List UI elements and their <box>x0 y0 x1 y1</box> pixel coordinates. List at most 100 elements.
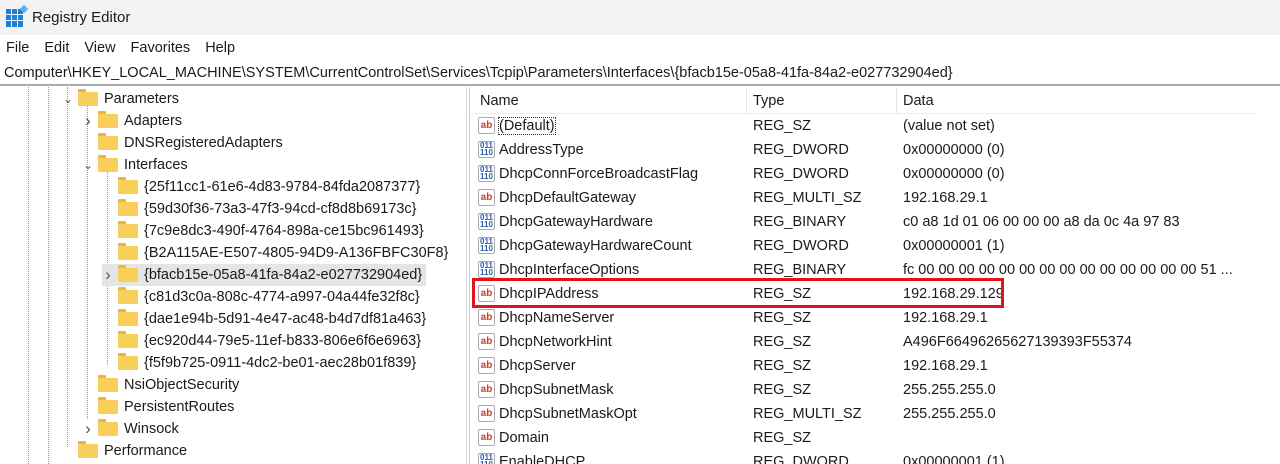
value-row[interactable]: ab Domain REG_SZ <box>471 426 1271 450</box>
menu-favorites[interactable]: Favorites <box>131 40 191 56</box>
tree-item[interactable]: {c81d3c0a-808c-4774-a997-04a44fe32f8c} <box>102 286 420 308</box>
tree-item[interactable]: ⌄ Interfaces <box>82 154 188 176</box>
value-name: (Default) <box>498 117 556 135</box>
value-name: DhcpSubnetMask <box>499 382 614 398</box>
value-row[interactable]: 011 110 DhcpGatewayHardwareCount REG_DWOR… <box>471 234 1271 258</box>
tree-scrollbar[interactable] <box>466 87 469 464</box>
value-data: 0x00000001 (1) <box>903 454 1005 464</box>
window-title: Registry Editor <box>32 9 131 26</box>
column-header-name[interactable]: Name <box>480 93 519 109</box>
binary-value-icon: 011110 <box>478 165 495 182</box>
tree-item-label: {25f11cc1-61e6-4d83-9784-84fda2087377} <box>144 179 421 195</box>
tree-item[interactable]: {f5f9b725-0911-4dc2-be01-aec28b01f839} <box>102 352 416 374</box>
folder-icon <box>98 155 118 172</box>
column-header-data[interactable]: Data <box>903 93 934 109</box>
value-name: DhcpNetworkHint <box>499 334 612 350</box>
value-type: REG_DWORD <box>753 454 849 464</box>
value-data: fc 00 00 00 00 00 00 00 00 00 00 00 00 0… <box>903 262 1233 278</box>
chevron-right-icon[interactable]: › <box>82 111 94 131</box>
string-value-icon: ab <box>478 309 495 326</box>
value-type: REG_SZ <box>753 382 812 398</box>
value-type: REG_DWORD <box>753 238 849 254</box>
menu-edit[interactable]: Edit <box>44 40 69 56</box>
value-name: DhcpConnForceBroadcastFlag <box>499 166 699 182</box>
value-data: c0 a8 1d 01 06 00 00 00 a8 da 0c 4a 97 8… <box>903 214 1180 230</box>
value-name: EnableDHCP <box>499 454 586 464</box>
value-row[interactable]: 011 110 AddressType REG_DWORD 0x00000000 … <box>471 138 1271 162</box>
tree-item[interactable]: {B2A115AE-E507-4805-94D9-A136FBFC30F8} <box>102 242 448 264</box>
value-type: REG_MULTI_SZ <box>753 190 862 206</box>
chevron-down-icon[interactable]: ⌄ <box>82 158 94 172</box>
column-divider[interactable] <box>746 87 747 114</box>
folder-icon <box>118 177 138 194</box>
tree-item-label: Adapters <box>124 113 183 129</box>
tree-item[interactable]: › Winsock <box>82 418 179 440</box>
value-name: DhcpGatewayHardwareCount <box>499 238 692 254</box>
tree-item[interactable]: › Adapters <box>82 110 182 132</box>
tree-item-label: {ec920d44-79e5-11ef-b833-806e6f6e6963} <box>144 333 422 349</box>
column-header-type[interactable]: Type <box>753 93 784 109</box>
tree-item[interactable]: › {bfacb15e-05a8-41fa-84a2-e027732904ed} <box>102 264 427 286</box>
address-bar[interactable]: Computer\HKEY_LOCAL_MACHINE\SYSTEM\Curre… <box>0 61 1280 86</box>
tree-item[interactable]: {25f11cc1-61e6-4d83-9784-84fda2087377} <box>102 176 420 198</box>
value-row[interactable]: ab DhcpSubnetMask REG_SZ 255.255.255.0 <box>471 378 1271 402</box>
tree-item[interactable]: {ec920d44-79e5-11ef-b833-806e6f6e6963} <box>102 330 421 352</box>
tree-item-label: DNSRegisteredAdapters <box>124 135 283 151</box>
value-name: AddressType <box>499 142 584 158</box>
folder-icon <box>118 199 138 216</box>
value-data: 0x00000001 (1) <box>903 238 1005 254</box>
tree-item-label: {dae1e94b-5d91-4e47-ac48-b4d7df81a463} <box>144 311 427 327</box>
folder-icon <box>98 111 118 128</box>
value-data: 192.168.29.1 <box>903 190 988 206</box>
menu-bar: File Edit View Favorites Help <box>0 35 1280 60</box>
value-row[interactable]: 011110 EnableDHCP REG_DWORD 0x00000001 (… <box>471 450 1271 464</box>
tree-item[interactable]: {7c9e8dc3-490f-4764-898a-ce15bc961493} <box>102 220 424 242</box>
highlight-box <box>472 278 1004 308</box>
value-row[interactable]: 011 110 DhcpGatewayHardware REG_BINARY c0… <box>471 210 1271 234</box>
value-name: DhcpSubnetMaskOpt <box>499 406 637 422</box>
value-row[interactable]: ab DhcpDefaultGateway REG_MULTI_SZ 192.1… <box>471 186 1271 210</box>
value-row[interactable]: ab DhcpNameServer REG_SZ 192.168.29.1 <box>471 306 1271 330</box>
tree-item[interactable]: PersistentRoutes <box>82 396 234 418</box>
folder-icon <box>98 133 118 150</box>
tree-item[interactable]: {59d30f36-73a3-47f3-94cd-cf8d8b69173c} <box>102 198 417 220</box>
tree-item-label: Parameters <box>104 91 179 107</box>
menu-help[interactable]: Help <box>205 40 235 56</box>
value-type: REG_SZ <box>753 334 812 350</box>
value-row[interactable]: ab DhcpServer REG_SZ 192.168.29.1 <box>471 354 1271 378</box>
value-row[interactable]: ab DhcpSubnetMaskOpt REG_MULTI_SZ 255.25… <box>471 402 1271 426</box>
tree-item[interactable]: DNSRegisteredAdapters <box>82 132 283 154</box>
binary-value-icon: 011110 <box>478 237 495 254</box>
tree-item-label: {f5f9b725-0911-4dc2-be01-aec28b01f839} <box>144 355 417 371</box>
tree-item-label: PersistentRoutes <box>124 399 235 415</box>
column-divider[interactable] <box>896 87 897 114</box>
string-value-icon: ab <box>478 357 495 374</box>
chevron-right-icon[interactable]: › <box>82 419 94 439</box>
tree-item-label: Performance <box>104 443 188 459</box>
binary-value-icon: 011110 <box>478 261 495 278</box>
folder-icon <box>118 353 138 370</box>
value-row[interactable]: 011 110 DhcpConnForceBroadcastFlag REG_DW… <box>471 162 1271 186</box>
value-data: 0x00000000 (0) <box>903 166 1005 182</box>
value-data: 255.255.255.0 <box>903 382 996 398</box>
string-value-icon: ab <box>478 381 495 398</box>
folder-icon <box>118 331 138 348</box>
value-row[interactable]: ab (Default) REG_SZ (value not set) <box>471 114 1271 138</box>
chevron-down-icon[interactable]: ⌄ <box>62 92 74 106</box>
menu-file[interactable]: File <box>6 40 29 56</box>
tree-item-label: Interfaces <box>124 157 188 173</box>
column-headers: Name Type Data <box>471 87 1257 114</box>
value-name: DhcpDefaultGateway <box>499 190 637 206</box>
tree-item-label: {7c9e8dc3-490f-4764-898a-ce15bc961493} <box>144 223 424 239</box>
string-value-icon: ab <box>478 429 495 446</box>
tree-item[interactable]: ⌄ Parameters <box>62 88 179 110</box>
tree-item[interactable]: {dae1e94b-5d91-4e47-ac48-b4d7df81a463} <box>102 308 426 330</box>
folder-icon <box>98 419 118 436</box>
value-row[interactable]: ab DhcpNetworkHint REG_SZ A496F664962656… <box>471 330 1271 354</box>
tree-item[interactable]: NsiObjectSecurity <box>82 374 239 396</box>
chevron-right-icon[interactable]: › <box>102 265 114 285</box>
menu-view[interactable]: View <box>84 40 115 56</box>
tree-item[interactable]: Performance <box>62 440 187 462</box>
tree-item-label: Winsock <box>124 421 179 437</box>
folder-icon <box>118 221 138 238</box>
